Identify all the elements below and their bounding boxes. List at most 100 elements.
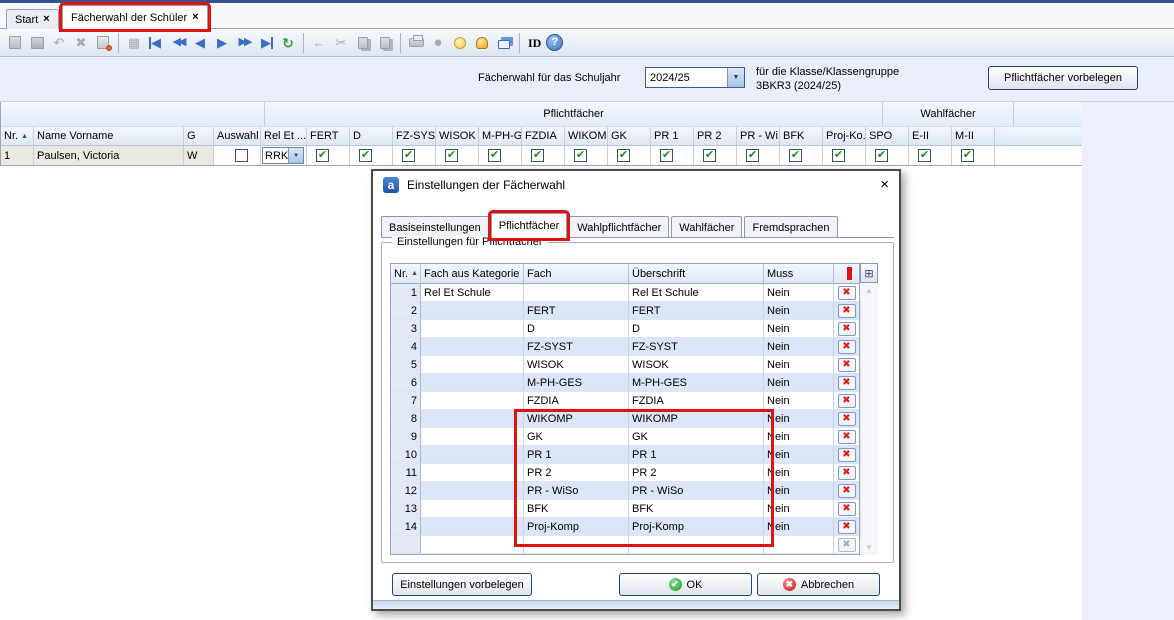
subject-checkbox[interactable]: ✔ xyxy=(316,149,329,162)
cell-fach[interactable]: FZ-SYST xyxy=(524,338,629,356)
delete-row-button[interactable]: ✖ xyxy=(838,520,856,534)
nav-next-icon[interactable]: ▶ xyxy=(212,33,232,53)
cell-ueberschrift[interactable]: PR 1 xyxy=(629,446,764,464)
disc-icon[interactable]: ● xyxy=(428,33,448,53)
column-header-name-vorname[interactable]: Name Vorname xyxy=(34,127,184,146)
cell-ueberschrift[interactable]: GK xyxy=(629,428,764,446)
cell-ueberschrift[interactable]: WISOK xyxy=(629,356,764,374)
help-icon[interactable]: ? xyxy=(546,34,563,51)
cell-ueberschrift[interactable]: FZDIA xyxy=(629,392,764,410)
settings-row[interactable]: 1Rel Et SchuleRel Et SchuleNein✖ xyxy=(391,284,859,302)
settings-column-überschrift[interactable]: Überschrift xyxy=(629,264,764,284)
cell-muss[interactable]: Nein xyxy=(764,500,834,518)
new-record-icon[interactable] xyxy=(5,33,25,53)
column-header-subject[interactable]: D xyxy=(350,127,393,146)
column-header-auswahl[interactable]: Auswahl xyxy=(214,127,261,146)
subject-checkbox[interactable]: ✔ xyxy=(746,149,759,162)
cell-ueberschrift[interactable]: M-PH-GES xyxy=(629,374,764,392)
column-header-subject[interactable]: M-PH-G... xyxy=(479,127,522,146)
cell-kategorie[interactable] xyxy=(421,320,524,338)
column-header-subject[interactable]: PR 2 xyxy=(694,127,737,146)
cell-muss[interactable]: Nein xyxy=(764,446,834,464)
column-header-subject[interactable]: BFK xyxy=(780,127,823,146)
column-header-subject[interactable]: E-II xyxy=(909,127,952,146)
column-header-subject[interactable]: Proj-Ko... xyxy=(823,127,866,146)
cell-fach[interactable]: FERT xyxy=(524,302,629,320)
schuljahr-dropdown[interactable]: 2024/25 ▼ xyxy=(645,67,745,88)
cell-ueberschrift[interactable]: WIKOMP xyxy=(629,410,764,428)
settings-column-nr-[interactable]: Nr.▲ xyxy=(391,264,421,284)
cell-fach[interactable]: BFK xyxy=(524,500,629,518)
refresh-icon[interactable]: ↻ xyxy=(278,33,298,53)
subject-checkbox[interactable]: ✔ xyxy=(875,149,888,162)
delete-row-button[interactable]: ✖ xyxy=(838,358,856,372)
cell-kategorie[interactable] xyxy=(421,500,524,518)
cell-kategorie[interactable] xyxy=(421,464,524,482)
delete-row-button[interactable]: ✖ xyxy=(838,448,856,462)
delete-row-button[interactable]: ✖ xyxy=(838,502,856,516)
cell-fach[interactable]: M-PH-GES xyxy=(524,374,629,392)
cell-kategorie[interactable] xyxy=(421,374,524,392)
subject-checkbox[interactable]: ✔ xyxy=(445,149,458,162)
cell-muss[interactable]: Nein xyxy=(764,410,834,428)
dialog-tab-wahlpflichtfächer[interactable]: Wahlpflichtfächer xyxy=(569,216,669,238)
save-icon[interactable] xyxy=(27,33,47,53)
back-arrow-icon[interactable]: ← xyxy=(309,33,329,53)
cell-muss[interactable]: Nein xyxy=(764,464,834,482)
cell-muss[interactable]: Nein xyxy=(764,482,834,500)
copy-icon[interactable] xyxy=(353,33,373,53)
settings-column-fach[interactable]: Fach xyxy=(524,264,629,284)
settings-row[interactable]: 2FERTFERTNein✖ xyxy=(391,302,859,320)
cell-fach[interactable]: PR - WiSo xyxy=(524,482,629,500)
cell-ueberschrift[interactable]: Rel Et Schule xyxy=(629,284,764,302)
notification-icon[interactable] xyxy=(472,33,492,53)
column-header-nr[interactable]: Nr.▲ xyxy=(1,127,34,146)
undo-icon[interactable]: ↶ xyxy=(49,33,69,53)
subject-checkbox[interactable]: ✔ xyxy=(789,149,802,162)
delete-row-button[interactable]: ✖ xyxy=(838,394,856,408)
settings-row[interactable]: 6M-PH-GESM-PH-GESNein✖ xyxy=(391,374,859,392)
cell-kategorie[interactable] xyxy=(421,392,524,410)
cell-muss[interactable]: Nein xyxy=(764,428,834,446)
dialog-tab-basiseinstellungen[interactable]: Basiseinstellungen xyxy=(381,216,489,238)
settings-column-muss[interactable]: Muss xyxy=(764,264,834,284)
cell-kategorie[interactable]: Rel Et Schule xyxy=(421,284,524,302)
cell-muss[interactable]: Nein xyxy=(764,374,834,392)
cell-kategorie[interactable] xyxy=(421,302,524,320)
settings-row[interactable]: 5WISOKWISOKNein✖ xyxy=(391,356,859,374)
cell-kategorie[interactable] xyxy=(421,518,524,536)
scroll-up-icon[interactable]: ▲ xyxy=(860,283,878,298)
settings-row[interactable]: 4FZ-SYSTFZ-SYSTNein✖ xyxy=(391,338,859,356)
cell-fach[interactable]: FZDIA xyxy=(524,392,629,410)
dialog-tab-wahlfächer[interactable]: Wahlfächer xyxy=(671,216,742,238)
cell-ueberschrift[interactable]: FERT xyxy=(629,302,764,320)
tab-start[interactable]: Start × xyxy=(6,9,59,29)
column-header-subject[interactable]: FZDIA xyxy=(522,127,565,146)
settings-row[interactable]: 8WIKOMPWIKOMPNein✖ xyxy=(391,410,859,428)
cell-kategorie[interactable] xyxy=(421,482,524,500)
column-header-subject[interactable]: WIKOMP xyxy=(565,127,608,146)
settings-row[interactable]: 11PR 2PR 2Nein✖ xyxy=(391,464,859,482)
hint-icon[interactable] xyxy=(450,33,470,53)
subject-checkbox[interactable]: ✔ xyxy=(660,149,673,162)
cell-ueberschrift[interactable]: Proj-Komp xyxy=(629,518,764,536)
chevron-down-icon[interactable]: ▼ xyxy=(727,68,744,87)
cell-kategorie[interactable] xyxy=(421,428,524,446)
delete-row-button[interactable]: ✖ xyxy=(838,322,856,336)
subject-checkbox[interactable]: ✔ xyxy=(703,149,716,162)
delete-row-button[interactable]: ✖ xyxy=(838,376,856,390)
cell-fach[interactable]: PR 1 xyxy=(524,446,629,464)
chevron-down-icon[interactable]: ▼ xyxy=(288,148,303,163)
column-header-subject[interactable]: FZ-SYST xyxy=(393,127,436,146)
settings-row[interactable]: 10PR 1PR 1Nein✖ xyxy=(391,446,859,464)
column-header-subject[interactable]: FERT xyxy=(307,127,350,146)
windows-icon[interactable] xyxy=(494,33,514,53)
cell-fach[interactable]: D xyxy=(524,320,629,338)
delete-row-button[interactable]: ✖ xyxy=(838,466,856,480)
einstellungen-vorbelegen-button[interactable]: Einstellungen vorbelegen xyxy=(392,573,532,596)
cell-muss[interactable]: Nein xyxy=(764,302,834,320)
cell-fach[interactable] xyxy=(524,284,629,302)
cell-kategorie[interactable] xyxy=(421,446,524,464)
column-header-subject[interactable]: GK xyxy=(608,127,651,146)
cell-ueberschrift[interactable]: BFK xyxy=(629,500,764,518)
